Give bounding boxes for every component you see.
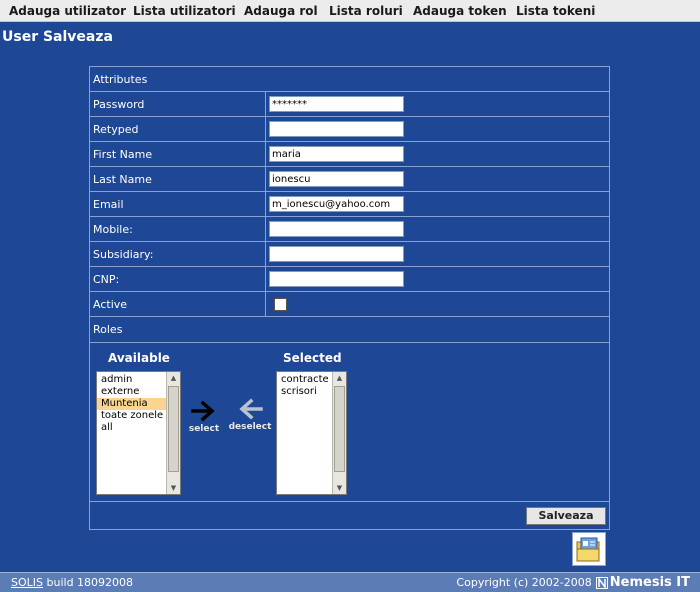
attributes-header: Attributes <box>93 73 148 86</box>
nav-add-user[interactable]: Adauga utilizator <box>9 4 126 18</box>
cnp-field[interactable] <box>269 271 404 287</box>
footer-build-info: SOLIS build 18092008 <box>11 576 133 589</box>
cnp-label: CNP: <box>93 273 120 286</box>
last-name-row: Last Name <box>90 167 609 192</box>
subsidiary-field[interactable] <box>269 246 404 262</box>
brand-logo: Nemesis IT <box>595 575 690 590</box>
mobile-row: Mobile: <box>90 217 609 242</box>
selected-roles-list[interactable]: contracte scrisori ▲ ▼ <box>276 371 347 495</box>
scrollbar-thumb[interactable] <box>334 386 345 472</box>
folder-card-icon <box>576 537 600 562</box>
brand-n-icon <box>595 576 608 589</box>
footer-copyright-block: Copyright (c) 2002-2008 Nemesis IT <box>456 575 690 590</box>
nav-add-token[interactable]: Adauga token <box>413 4 507 18</box>
footer: SOLIS build 18092008 Copyright (c) 2002-… <box>0 572 700 592</box>
retyped-row: Retyped <box>90 117 609 142</box>
nav-token-list[interactable]: Lista tokeni <box>516 4 595 18</box>
top-navigation: Adauga utilizator Lista utilizatori Adau… <box>0 0 700 22</box>
select-button[interactable]: select <box>188 399 220 434</box>
scroll-up-arrow-icon[interactable]: ▲ <box>168 372 179 384</box>
scroll-up-arrow-icon[interactable]: ▲ <box>334 372 345 384</box>
available-header: Available <box>108 351 170 365</box>
save-button[interactable]: Salveaza <box>526 507 606 525</box>
brand-name: Nemesis IT <box>609 575 690 590</box>
nav-user-list[interactable]: Lista utilizatori <box>133 4 236 18</box>
attributes-header-row: Attributes <box>90 67 609 92</box>
active-row: Active <box>90 292 609 317</box>
scroll-down-arrow-icon[interactable]: ▼ <box>334 482 345 494</box>
password-field[interactable] <box>269 96 404 112</box>
user-form: Attributes Password Retyped First Name L… <box>89 66 610 530</box>
scroll-down-arrow-icon[interactable]: ▼ <box>168 482 179 494</box>
email-row: Email <box>90 192 609 217</box>
select-label: select <box>188 424 220 434</box>
scrollbar-thumb[interactable] <box>168 386 179 472</box>
subsidiary-label: Subsidiary: <box>93 248 154 261</box>
last-name-field[interactable] <box>269 171 404 187</box>
mobile-label: Mobile: <box>93 223 133 236</box>
deselect-button[interactable]: deselect <box>228 397 272 432</box>
subsidiary-row: Subsidiary: <box>90 242 609 267</box>
arrow-right-icon <box>191 400 215 422</box>
email-label: Email <box>93 198 124 211</box>
first-name-label: First Name <box>93 148 153 161</box>
nav-role-list[interactable]: Lista roluri <box>329 4 403 18</box>
retyped-password-field[interactable] <box>269 121 404 137</box>
nav-add-role[interactable]: Adauga rol <box>244 4 318 18</box>
roles-picker: Available Selected admin externe Munteni… <box>90 343 609 502</box>
selected-header: Selected <box>283 351 342 365</box>
app-name-link[interactable]: SOLIS <box>11 576 43 589</box>
email-field[interactable] <box>269 196 404 212</box>
selected-list-scrollbar[interactable]: ▲ ▼ <box>332 372 346 494</box>
page-title: User Salveaza <box>2 29 113 45</box>
build-number: build 18092008 <box>43 576 134 589</box>
first-name-row: First Name <box>90 142 609 167</box>
cnp-row: CNP: <box>90 267 609 292</box>
roles-header-row: Roles <box>90 317 609 343</box>
last-name-label: Last Name <box>93 173 152 186</box>
password-label: Password <box>93 98 145 111</box>
first-name-field[interactable] <box>269 146 404 162</box>
active-checkbox[interactable] <box>274 298 287 311</box>
copyright-text: Copyright (c) 2002-2008 <box>456 576 592 589</box>
app-icon[interactable] <box>572 532 606 566</box>
available-roles-list[interactable]: admin externe Muntenia toate zonele all … <box>96 371 181 495</box>
password-row: Password <box>90 92 609 117</box>
available-list-scrollbar[interactable]: ▲ ▼ <box>166 372 180 494</box>
arrow-left-icon <box>239 398 263 420</box>
roles-header: Roles <box>93 323 123 336</box>
deselect-label: deselect <box>228 422 272 432</box>
active-label: Active <box>93 298 128 311</box>
retyped-label: Retyped <box>93 123 139 136</box>
mobile-field[interactable] <box>269 221 404 237</box>
